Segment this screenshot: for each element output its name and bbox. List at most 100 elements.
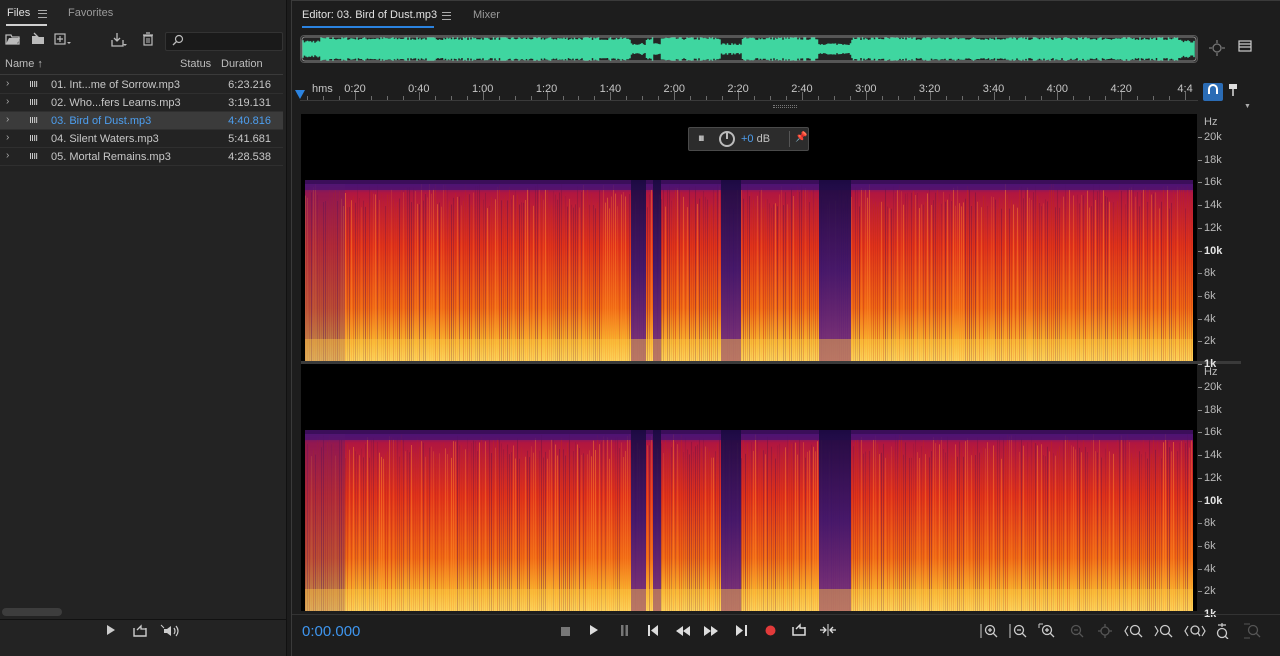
zoom-reset-icon[interactable] [1094,623,1116,641]
horizontal-scrollbar[interactable] [2,608,62,616]
file-name: 03. Bird of Dust.mp3 [51,115,152,127]
file-name: 04. Silent Waters.mp3 [51,133,159,145]
zoom-out-full-icon[interactable] [1065,623,1087,641]
search-input[interactable] [188,34,278,49]
frequency-axis-right: Hz 20k 18k 16k 14k 12k 10k 8k 6k 4k 2k 1k [1198,364,1242,620]
zoom-in-amplitude-icon[interactable] [978,623,1000,641]
pause-button[interactable] [613,623,635,641]
expand-chevron-icon[interactable]: › [6,150,9,161]
zoom-in-right-icon[interactable] [1153,623,1175,641]
current-time-display[interactable]: 0:00.000 [302,623,360,640]
insert-icon[interactable] [109,32,129,52]
frequency-tick-label: 8k [1204,267,1216,280]
file-row[interactable]: › ıııı 05. Mortal Remains.mp3 4:28.538 [0,148,283,166]
ruler-tick [770,96,772,100]
resize-grip[interactable] [773,105,797,108]
frequency-tick [1198,387,1202,388]
import-icon[interactable] [28,32,48,52]
zoom-selection-icon[interactable] [1036,623,1058,641]
ruler-tick [722,96,724,100]
fast-forward-button[interactable] [700,623,722,641]
new-file-icon[interactable] [53,32,73,52]
search-field[interactable] [165,32,283,51]
snap-toggle-button[interactable] [1203,83,1223,101]
skip-selection-button[interactable] [817,623,839,641]
frequency-tick-label: 16k [1204,176,1222,189]
volume-knob[interactable] [719,131,735,147]
rewind-button[interactable] [672,623,694,641]
tab-mixer[interactable]: Mixer [473,9,500,21]
pin-icon[interactable] [1228,83,1238,100]
open-folder-icon[interactable] [3,32,23,52]
ruler-tick [355,92,356,100]
file-row[interactable]: › ıııı 01. Int...me of Sorrow.mp3 6:23.2… [0,76,283,94]
pin-hud-icon[interactable]: 📌 [795,132,807,143]
file-duration: 4:40.816 [228,115,271,127]
quiet-region [653,430,661,611]
low-frequency-band [305,339,1193,361]
ruler-tick [865,92,867,100]
ruler-tick [913,96,915,100]
audio-file-icon: ıııı [29,114,38,126]
collapse-arrow-icon[interactable]: ▼ [1244,103,1251,110]
ruler-tick [929,92,931,100]
quiet-region [631,180,646,361]
loop-playback-button[interactable] [788,623,810,641]
hud-divider [789,131,790,147]
frequency-tick-label: 18k [1204,153,1222,166]
tab-favorites[interactable]: Favorites [68,7,113,19]
fade-in-region [305,434,345,611]
waveform-overview[interactable] [300,35,1198,63]
spectrogram-right-channel[interactable] [301,364,1197,611]
file-row-selected[interactable]: › ıııı 03. Bird of Dust.mp3 4:40.816 [0,112,283,130]
ruler-tick [833,96,835,100]
file-row[interactable]: › ıııı 02. Who...fers Learns.mp3 3:19.13… [0,94,283,112]
record-button[interactable] [759,623,781,641]
file-row[interactable]: › ıııı 04. Silent Waters.mp3 5:41.681 [0,130,283,148]
quiet-region [819,180,851,361]
panel-menu-icon[interactable] [38,10,47,18]
zoom-frequency-icon[interactable] [1241,623,1263,641]
tab-editor[interactable]: Editor: 03. Bird of Dust.mp3 [302,9,437,21]
header-divider [0,74,283,75]
ruler-tick [1009,96,1011,100]
zoom-in-left-icon[interactable] [1123,623,1145,641]
expand-chevron-icon[interactable]: › [6,132,9,143]
editor-menu-icon[interactable] [442,12,451,20]
overview-waveform-path [302,37,1195,61]
autoplay-icon[interactable] [160,624,180,642]
loop-icon[interactable] [130,624,150,642]
status-column-header[interactable]: Status [180,58,211,70]
gain-hud[interactable]: ıııııı +0 dB 📌 [688,127,809,151]
time-ruler[interactable]: hms 0:20 0:40 1:00 1:20 1:40 2:00 2:20 2:40 3:00… [300,81,1198,101]
play-icon[interactable] [101,624,121,642]
frequency-tick-label: 12k [1204,221,1222,234]
playhead-marker[interactable] [295,90,305,99]
ruler-tick [801,92,803,100]
ruler-tick [690,96,692,100]
ruler-tick [945,96,947,100]
ruler-tick [738,92,740,100]
zoom-out-amplitude-icon[interactable] [1007,623,1029,641]
expand-chevron-icon[interactable]: › [6,78,9,89]
frequency-tick-label: 14k [1204,199,1222,212]
skip-to-start-button[interactable] [642,623,664,641]
zoom-navigator-icon[interactable] [1208,39,1226,61]
rotate-zoom-icon[interactable] [1212,623,1234,641]
tab-files[interactable]: Files [7,7,30,19]
frequency-tick [1198,137,1202,138]
frequency-tick-label: 14k [1204,449,1222,462]
stop-button[interactable] [554,623,576,641]
list-view-icon[interactable] [1238,39,1252,57]
duration-column-header[interactable]: Duration [221,58,263,70]
name-column-header[interactable]: Name ↑ [5,58,43,70]
skip-to-end-button[interactable] [730,623,752,641]
editor-panel: Editor: 03. Bird of Dust.mp3 Mixer hms 0… [291,0,1280,656]
spectrogram-left-channel[interactable] [301,114,1197,361]
zoom-in-center-icon[interactable] [1183,623,1206,641]
play-button[interactable] [583,623,605,641]
expand-chevron-icon[interactable]: › [6,96,9,107]
trash-icon[interactable] [138,32,158,52]
expand-chevron-icon[interactable]: › [6,114,9,125]
file-duration: 5:41.681 [228,133,271,145]
